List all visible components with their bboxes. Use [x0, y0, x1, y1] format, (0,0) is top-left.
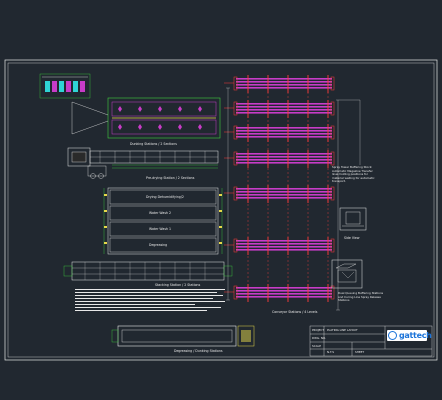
conveyor-stripe [236, 81, 332, 83]
conveyor-group [224, 75, 335, 302]
conveyor-stripe [236, 162, 332, 164]
oven-level-1-label: Drying Dehumidifying/2 [146, 195, 184, 199]
logo-mark-icon [388, 331, 397, 340]
conveyor-stripe [236, 106, 332, 108]
side-view-label: Side View [344, 236, 360, 240]
section-title-bottom: Degreasing / Dunking Stations [174, 349, 223, 353]
oven-level-2-label: Water Wash 2 [149, 211, 172, 215]
conveyor-stripe [236, 127, 332, 129]
conveyor-stripe [236, 293, 332, 295]
conveyor-stripe [236, 78, 332, 80]
buffering-station-detail [331, 259, 363, 289]
tb-scale-value: N.T.S [327, 350, 335, 354]
conveyor-stripe [236, 109, 332, 111]
conveyor-stripe [236, 243, 332, 245]
conveyor-stripe [236, 84, 332, 86]
spec-lines [75, 289, 225, 311]
section-title-middle: Pre-drying Station / 2 Sections [146, 176, 195, 180]
conveyor-stripe [236, 136, 332, 138]
conveyor-stripe [236, 103, 332, 105]
conveyor-stripe [236, 112, 332, 114]
conveyor-stripe [236, 130, 332, 132]
conveyor-stripe [236, 287, 332, 289]
conveyor-stripe [236, 197, 332, 199]
section-title-top: Dunking Stations / 2 Sections [130, 142, 177, 146]
dunking-tank-top [71, 97, 221, 139]
note-spray-tower: Spray Tower Buffering Stock: Automatic M… [332, 165, 375, 183]
conveyor-stripe [236, 296, 332, 298]
degreasing-tank-bottom [111, 325, 255, 347]
stacking-rack [63, 261, 233, 281]
dimension-lines [226, 87, 361, 311]
oven-level-3-label: Water Wash 1 [149, 227, 172, 231]
pre-drying-equipment [67, 147, 219, 179]
conveyor-stripe [236, 156, 332, 158]
conveyor-stripe [236, 249, 332, 251]
conveyor-stripe [236, 87, 332, 89]
section-title-conveyors: Conveyor Stations / 4 Levels [272, 310, 318, 314]
conveyor-stripe [236, 133, 332, 135]
conveyor-stripe [236, 153, 332, 155]
conveyor-stripe [236, 159, 332, 161]
conveyor-stripe [236, 290, 332, 292]
logo-text: gattech [399, 331, 432, 340]
conveyor-stripe [236, 240, 332, 242]
conveyor-stripe [236, 194, 332, 196]
note-buffering: Dual Queuing Buffering Stations and Curi… [338, 291, 384, 302]
tb-dwg-label: DWG. NO. [312, 336, 326, 340]
conveyor-stripe [236, 188, 332, 190]
oven-level-4-label: Degreasing [149, 243, 168, 247]
tb-scale-label: SCALE [312, 344, 321, 348]
legend-block [39, 73, 91, 99]
company-logo: gattech [387, 330, 432, 341]
tb-project-value: PLATING LINE LAYOUT [327, 328, 358, 332]
tb-project-label: PROJECT [312, 328, 325, 332]
drawing-canvas [4, 59, 438, 361]
conveyor-stripe [236, 246, 332, 248]
conveyor-stripe [236, 191, 332, 193]
section-title-lower-rack: Stacking Station / 2 Stations [155, 283, 201, 287]
side-view-detail [339, 207, 367, 231]
tb-sheet-label: SHEET [355, 350, 365, 354]
